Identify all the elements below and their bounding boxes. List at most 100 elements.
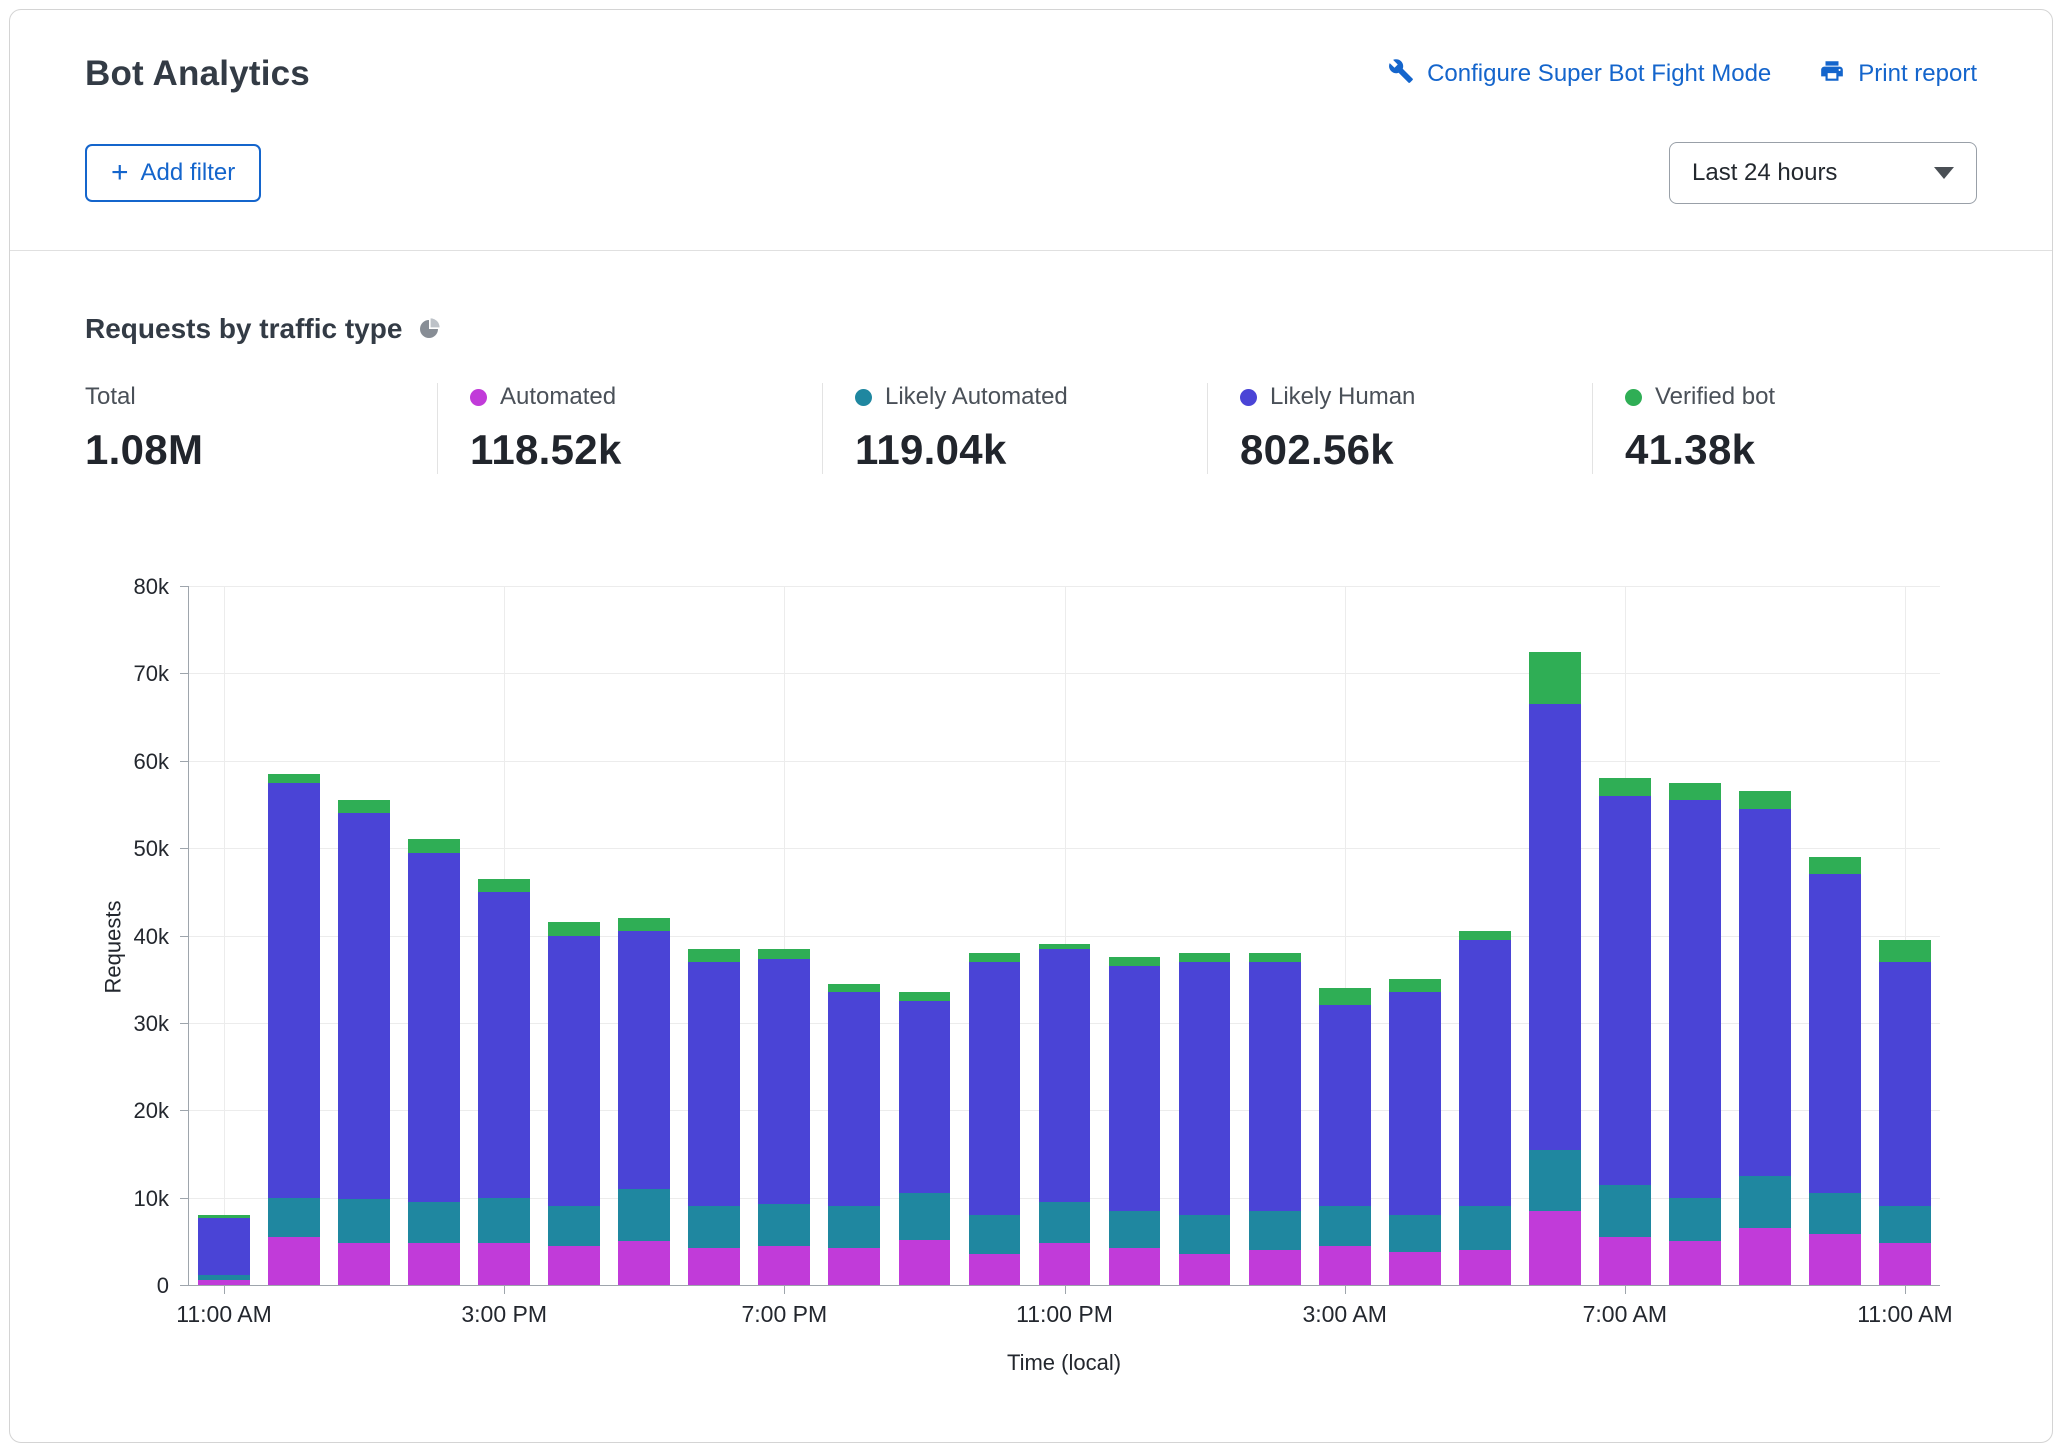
print-report-link[interactable]: Print report	[1819, 58, 1977, 91]
bar-segment-likely-automated	[1109, 1211, 1161, 1249]
bot-analytics-card: Bot Analytics Configure Super Bot Fight …	[9, 9, 2053, 1443]
section-title: Requests by traffic type	[85, 313, 402, 345]
y-tick-mark	[180, 1198, 189, 1199]
bar-segment-automated	[1249, 1250, 1301, 1285]
bar-segment-likely-automated	[1389, 1215, 1441, 1252]
bar-segment-likely-human	[1319, 1005, 1371, 1206]
stat-total-label-row: Total	[85, 383, 437, 411]
bar-segment-verified-bot	[198, 1215, 250, 1218]
bar-segment-likely-human	[688, 962, 740, 1207]
bar-segment-likely-human	[1179, 962, 1231, 1215]
stat-verified-bot: Verified bot 41.38k	[1592, 383, 1977, 474]
y-tick-label: 10k	[94, 1186, 169, 1212]
bar-segment-automated	[1529, 1211, 1581, 1285]
bar-segment-likely-automated	[1879, 1206, 1931, 1243]
bar-segment-verified-bot	[1879, 940, 1931, 962]
bar-segment-automated	[828, 1248, 880, 1285]
bar-segment-verified-bot	[338, 800, 390, 813]
bar-segment-likely-human	[758, 959, 810, 1204]
stat-automated: Automated 118.52k	[437, 383, 822, 474]
bar-segment-verified-bot	[1039, 944, 1091, 948]
bar-segment-likely-automated	[548, 1206, 600, 1245]
bar-segment-automated	[1319, 1246, 1371, 1285]
bar-segment-verified-bot	[268, 774, 320, 783]
bar-segment-verified-bot	[969, 953, 1021, 962]
x-axis-title: Time (local)	[188, 1350, 1940, 1376]
bar-segment-likely-human	[618, 931, 670, 1189]
header-links: Configure Super Bot Fight Mode Print rep…	[1388, 58, 1977, 91]
bar-segment-likely-human	[1459, 940, 1511, 1206]
stat-likely-human-value: 802.56k	[1240, 426, 1592, 474]
page-title: Bot Analytics	[85, 54, 310, 94]
stat-total-value: 1.08M	[85, 426, 437, 474]
bar-segment-likely-human	[1529, 704, 1581, 1150]
bar-segment-likely-human	[1599, 796, 1651, 1185]
page: Bot Analytics Configure Super Bot Fight …	[0, 0, 2062, 1450]
y-tick-label: 60k	[94, 749, 169, 775]
bar-segment-likely-automated	[899, 1193, 951, 1239]
bar-segment-verified-bot	[1669, 783, 1721, 800]
bar-segment-likely-human	[1809, 874, 1861, 1193]
bar-segment-likely-human	[478, 892, 530, 1198]
x-tick-label: 3:00 PM	[461, 1301, 547, 1328]
verified-bot-legend-dot	[1625, 389, 1642, 406]
bar-segment-likely-human	[338, 813, 390, 1199]
bar-segment-automated	[618, 1241, 670, 1285]
x-tick-mark	[784, 1285, 785, 1294]
bar-segment-verified-bot	[688, 949, 740, 962]
stat-likely-automated: Likely Automated 119.04k	[822, 383, 1207, 474]
header-top: Bot Analytics Configure Super Bot Fight …	[85, 54, 1977, 94]
stat-automated-label: Automated	[500, 383, 616, 411]
bar-segment-likely-human	[548, 936, 600, 1207]
bar-segment-likely-human	[1389, 992, 1441, 1215]
y-tick-mark	[180, 673, 189, 674]
bar-segment-likely-human	[828, 992, 880, 1206]
stat-total-label: Total	[85, 383, 136, 411]
bar-segment-likely-human	[268, 783, 320, 1198]
bar-segment-automated	[198, 1280, 250, 1285]
bar-segment-likely-automated	[969, 1215, 1021, 1253]
bar-segment-likely-human	[969, 962, 1021, 1215]
bar-segment-verified-bot	[1459, 931, 1511, 940]
x-tick-mark	[1065, 1285, 1066, 1294]
y-tick-label: 0	[94, 1273, 169, 1299]
x-tick-label: 11:00 AM	[1857, 1301, 1952, 1328]
bar-segment-likely-human	[1879, 962, 1931, 1207]
bar-segment-automated	[548, 1246, 600, 1285]
chevron-down-icon	[1934, 167, 1954, 179]
bar-segment-automated	[1669, 1241, 1721, 1285]
add-filter-label: Add filter	[141, 159, 236, 187]
bar-segment-likely-human	[198, 1218, 250, 1275]
bar-segment-likely-automated	[1039, 1202, 1091, 1243]
configure-super-bot-fight-mode-link[interactable]: Configure Super Bot Fight Mode	[1388, 58, 1771, 91]
stat-total: Total 1.08M	[85, 383, 437, 474]
bar-segment-likely-human	[1739, 809, 1791, 1176]
y-tick-label: 40k	[94, 924, 169, 950]
bar-segment-automated	[1809, 1234, 1861, 1285]
bar-segment-automated	[1599, 1237, 1651, 1285]
bar-segment-automated	[268, 1237, 320, 1285]
configure-link-label: Configure Super Bot Fight Mode	[1427, 60, 1771, 88]
add-filter-button[interactable]: + Add filter	[85, 144, 261, 202]
y-tick-label: 70k	[94, 661, 169, 687]
bar-segment-automated	[688, 1248, 740, 1285]
y-tick-mark	[180, 1110, 189, 1111]
bar-segment-automated	[758, 1246, 810, 1285]
gridline-v	[224, 586, 225, 1285]
time-range-select[interactable]: Last 24 hours	[1669, 142, 1977, 204]
bar-segment-automated	[1879, 1243, 1931, 1285]
bar-segment-likely-human	[1039, 949, 1091, 1202]
stat-automated-value: 118.52k	[470, 426, 822, 474]
header-controls: + Add filter Last 24 hours	[85, 142, 1977, 204]
automated-legend-dot	[470, 389, 487, 406]
stats-row: Total 1.08M Automated 118.52k Likely Aut…	[85, 383, 1977, 474]
bar-segment-verified-bot	[1599, 778, 1651, 795]
printer-icon	[1819, 58, 1845, 91]
y-tick-mark	[180, 848, 189, 849]
stat-likely-human: Likely Human 802.56k	[1207, 383, 1592, 474]
bar-segment-likely-automated	[1529, 1150, 1581, 1211]
bar-segment-likely-automated	[1809, 1193, 1861, 1234]
bar-segment-likely-automated	[1249, 1211, 1301, 1250]
bar-segment-automated	[408, 1243, 460, 1285]
bar-segment-verified-bot	[1319, 988, 1371, 1005]
